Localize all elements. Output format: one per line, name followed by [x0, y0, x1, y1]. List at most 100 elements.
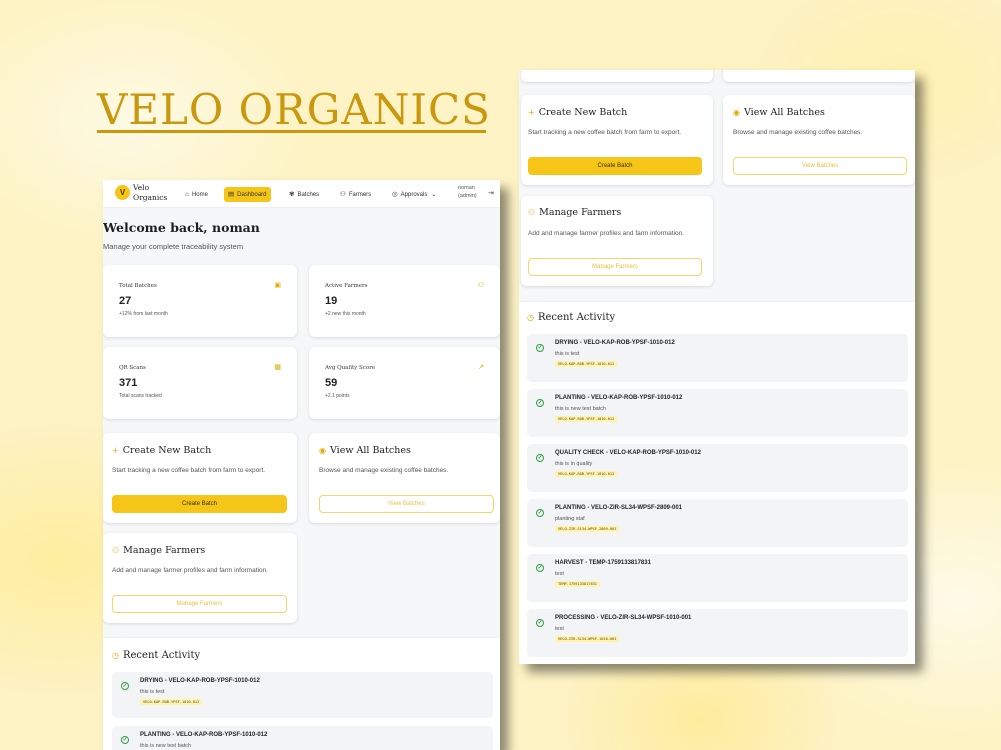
check-circle-icon: ✓: [536, 509, 544, 517]
batch-code-badge: VELO-KAP-ROB-YPSF-1010-012: [555, 416, 618, 422]
create-batch-card: + Create New Batch Start tracking a new c…: [103, 433, 297, 523]
welcome-title: Welcome back, noman: [103, 220, 260, 235]
activity-title: PROCESSING - VELO-ZIR-SL34-WPSF-1010-001: [555, 615, 692, 621]
logout-icon[interactable]: ⇥: [488, 189, 494, 197]
view-batches-button[interactable]: View Batches: [733, 157, 907, 175]
activity-item[interactable]: ✓ PLANTING - VELO-KAP-ROB-YPSF-1010-012 …: [112, 726, 493, 750]
nav-item-approvals[interactable]: ◎ Approvals ⌄: [392, 187, 436, 202]
activity-item[interactable]: ✓ PLANTING - VELO-KAP-ROB-YPSF-1010-012 …: [527, 389, 908, 437]
stat-value: 19: [325, 295, 338, 307]
card-title-text: View All Batches: [329, 445, 411, 456]
recent-activity-section: ◷ Recent Activity ✓ DRYING - VELO-KAP-ROB…: [103, 638, 500, 750]
nav-item-home[interactable]: ⌂ Home: [185, 187, 208, 202]
card-title-text: View All Batches: [743, 107, 825, 118]
users-icon: ⚇: [477, 282, 484, 289]
dashboard-screenshot-main: V Velo Organics ⌂ Home ▤ Dashboard ✾ Batche…: [103, 180, 500, 750]
dashboard-icon: ▤: [228, 191, 235, 198]
activity-desc: test: [555, 571, 564, 577]
nav-item-dashboard[interactable]: ▤ Dashboard: [224, 187, 271, 202]
stat-label: Avg Quality Score: [325, 365, 376, 371]
user-role: (admin): [458, 193, 477, 199]
stat-card-active-farmers: Active Farmers ⚇ 19 +2 new this month: [309, 265, 500, 337]
manage-farmers-button[interactable]: Manage Farmers: [528, 258, 702, 276]
check-circle-icon: ✓: [536, 564, 544, 572]
dashboard-screenshot-scrolled: + Create New Batch Start tracking a new c…: [519, 70, 915, 664]
activity-title: PLANTING - VELO-KAP-ROB-YPSF-1010-012: [555, 395, 683, 401]
batch-code-badge: VELO-ZIR-SL34-WPSF-2809-001: [555, 526, 620, 532]
card-title-text: Manage Farmers: [539, 207, 622, 218]
stat-card-total-batches: Total Batches ▣ 27 +12% from last month: [103, 265, 297, 337]
stat-sub: +2 new this month: [325, 311, 366, 317]
batch-code-badge: TEMP-1759133817831: [555, 581, 600, 587]
logo-icon[interactable]: V: [115, 185, 130, 200]
card-desc: Browse and manage existing coffee batche…: [733, 129, 863, 136]
stat-label: Active Farmers: [325, 283, 368, 289]
nav-label: Home: [191, 192, 208, 198]
create-batch-card: + Create New Batch Start tracking a new c…: [521, 95, 713, 185]
user-info[interactable]: noman (admin): [458, 184, 477, 200]
nav-item-batches[interactable]: ✾ Batches: [289, 187, 319, 202]
nav-item-farmers[interactable]: ⚇ Farmers: [340, 187, 371, 202]
users-icon: ⚇: [112, 546, 120, 555]
activity-item[interactable]: ✓ DRYING - VELO-KAP-ROB-YPSF-1010-012 th…: [112, 672, 493, 718]
card-desc: Start tracking a new coffee batch from f…: [528, 129, 682, 136]
stat-label: QR Scans: [119, 365, 146, 371]
stat-card-partial: [723, 70, 915, 82]
card-desc: Browse and manage existing coffee batche…: [319, 467, 449, 474]
users-icon: ⚇: [340, 191, 346, 198]
stat-value: 371: [119, 377, 138, 389]
activity-title: QUALITY CHECK - VELO-KAP-ROB-YPSF-1010-0…: [555, 450, 701, 456]
view-batches-card: ◉ View All Batches Browse and manage exis…: [723, 95, 915, 185]
nav-label: Farmers: [348, 192, 372, 198]
activity-item[interactable]: ✓ DRYING - VELO-KAP-ROB-YPSF-1010-012 th…: [527, 334, 908, 382]
trend-icon: ↗: [478, 364, 484, 371]
manage-farmers-card: ⚇ Manage Farmers Add and manage farmer pr…: [521, 196, 713, 286]
package-icon: ▣: [274, 282, 281, 289]
card-title: + Create New Batch: [528, 107, 627, 118]
card-title-text: Manage Farmers: [123, 545, 206, 556]
brand-underline: [97, 130, 486, 133]
recent-activity-title-text: Recent Activity: [122, 650, 201, 661]
eye-icon: ◉: [733, 108, 740, 117]
create-batch-button[interactable]: Create Batch: [112, 495, 287, 513]
logo-name[interactable]: Velo Organics: [133, 183, 173, 203]
nav-label: Approvals: [400, 192, 428, 198]
welcome-subtitle: Manage your complete traceability system: [103, 242, 244, 251]
card-title: ◉ View All Batches: [319, 445, 411, 456]
card-title-text: Create New Batch: [538, 107, 628, 118]
activity-item[interactable]: ✓ QUALITY CHECK - VELO-KAP-ROB-YPSF-1010…: [527, 444, 908, 492]
activity-title: DRYING - VELO-KAP-ROB-YPSF-1010-012: [555, 340, 675, 346]
check-circle-icon: ✓: [536, 399, 544, 407]
create-batch-button[interactable]: Create Batch: [528, 157, 702, 175]
activity-item[interactable]: ✓ HARVEST - TEMP-1759133817831 test TEMP…: [527, 554, 908, 602]
check-circle-icon: ✓: [536, 619, 544, 627]
activity-title: PLANTING - VELO-KAP-ROB-YPSF-1010-012: [140, 732, 268, 738]
stat-value: 27: [119, 295, 132, 307]
clock-icon: ◷: [112, 651, 119, 660]
home-icon: ⌂: [185, 191, 189, 198]
stat-sub: +2.1 points: [325, 393, 350, 399]
check-circle-icon: ✓: [536, 454, 544, 462]
card-title-text: Create New Batch: [122, 445, 212, 456]
manage-farmers-button[interactable]: Manage Farmers: [112, 595, 287, 613]
recent-activity-section: ◷ Recent Activity ✓ DRYING - VELO-KAP-ROB…: [519, 302, 915, 664]
activity-desc: test: [555, 626, 564, 632]
sprout-icon: ✾: [289, 191, 295, 198]
stat-card-partial: [521, 70, 713, 82]
activity-desc: this is test: [140, 689, 165, 695]
stat-value: 59: [325, 377, 338, 389]
batch-code-badge: VELO-KAP-ROB-YPSF-1010-012: [555, 361, 618, 367]
activity-item[interactable]: ✓ PLANTING - VELO-ZIR-SL34-WPSF-2809-001…: [527, 499, 908, 547]
activity-desc: this is test: [555, 351, 580, 357]
activity-desc: this is new test batch: [555, 406, 607, 412]
navbar: V Velo Organics ⌂ Home ▤ Dashboard ✾ Batche…: [103, 180, 500, 208]
user-name: noman: [458, 185, 475, 191]
brand-title: VELO ORGANICS: [97, 85, 491, 134]
chevron-down-icon: ⌄: [431, 192, 437, 198]
card-title: + Create New Batch: [112, 445, 211, 456]
activity-item[interactable]: ✓ PROCESSING - VELO-ZIR-SL34-WPSF-1010-0…: [527, 609, 908, 657]
view-batches-button[interactable]: View Batches: [319, 495, 494, 513]
card-title: ⚇ Manage Farmers: [112, 545, 205, 556]
stat-card-qr-scans: QR Scans ▦ 371 Total scans tracked: [103, 347, 297, 419]
nav-label: Dashboard: [237, 192, 267, 198]
